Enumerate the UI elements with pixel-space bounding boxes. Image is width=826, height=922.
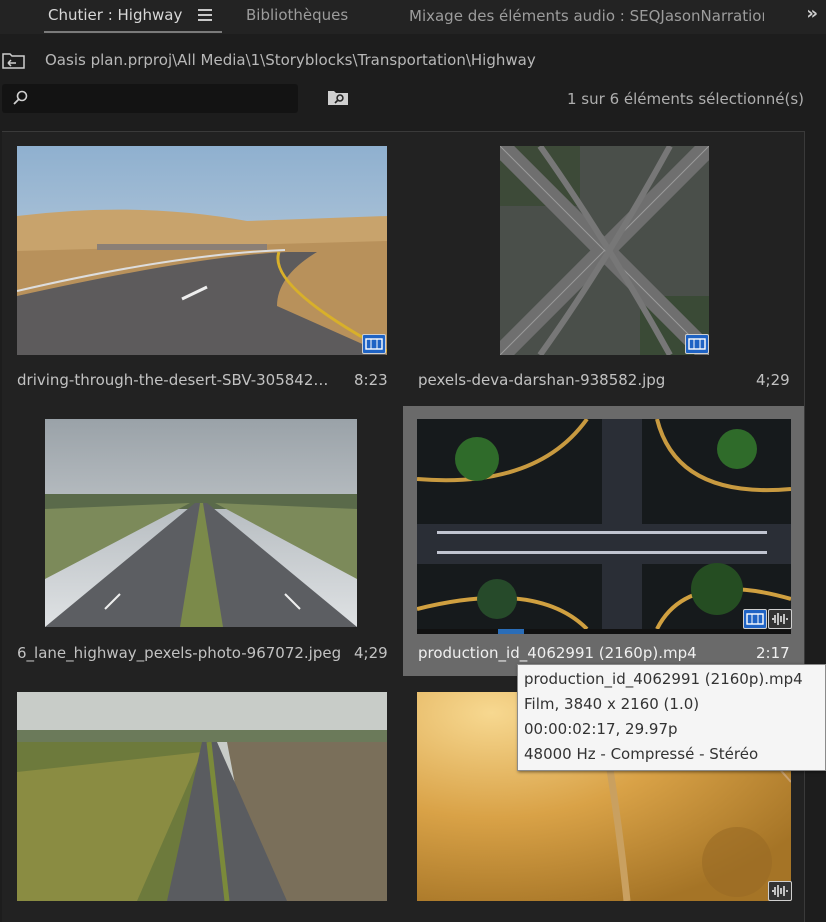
clip-info-tooltip: production_id_4062991 (2160p).mp4 Film, … xyxy=(517,664,826,771)
tooltip-format: Film, 3840 x 2160 (1.0) xyxy=(524,695,700,713)
tooltip-filename: production_id_4062991 (2160p).mp4 xyxy=(524,670,803,688)
video-clip-icon xyxy=(362,334,386,354)
panel-tab-bar: Chutier : Highway Bibliothèques Mixage d… xyxy=(0,0,826,34)
scrub-playhead xyxy=(497,629,524,634)
clip-duration: 8:23 xyxy=(354,371,388,389)
clip-thumbnail[interactable] xyxy=(17,692,387,901)
search-input[interactable] xyxy=(34,88,288,110)
tooltip-timecode: 00:00:02:17, 29.97p xyxy=(524,720,678,738)
clip-name: 6_lane_highway_pexels-photo-967072.jpeg xyxy=(17,644,342,662)
tab-project-bin[interactable]: Chutier : Highway xyxy=(48,6,182,24)
clip-duration: 2:17 xyxy=(756,644,790,662)
video-clip-icon xyxy=(685,334,709,354)
active-tab-indicator xyxy=(44,31,222,33)
clip-thumbnail[interactable] xyxy=(17,146,387,355)
overflow-chevron-icon[interactable]: » xyxy=(806,3,818,24)
breadcrumb: Oasis plan.prproj\All Media\1\Storyblock… xyxy=(0,44,826,74)
hamburger-menu-icon[interactable] xyxy=(198,9,212,22)
selection-status: 1 sur 6 éléments sélectionné(s) xyxy=(567,90,804,108)
tab-audio-clip-mixer[interactable]: Mixage des éléments audio : SEQJasonNarr… xyxy=(409,7,764,25)
find-folder-icon[interactable] xyxy=(327,89,349,110)
clip-thumbnail[interactable] xyxy=(45,419,357,627)
clip-duration: 4;29 xyxy=(756,371,790,389)
clip-thumbnail[interactable] xyxy=(500,146,709,355)
audio-waveform-icon xyxy=(768,609,792,629)
video-clip-icon xyxy=(743,609,767,629)
search-icon xyxy=(12,90,28,110)
hover-scrub-bar[interactable] xyxy=(417,629,791,634)
bin-path: Oasis plan.prproj\All Media\1\Storyblock… xyxy=(45,51,536,69)
search-box[interactable] xyxy=(2,84,298,113)
tab-libraries[interactable]: Bibliothèques xyxy=(246,6,348,24)
clip-name: production_id_4062991 (2160p).mp4 xyxy=(418,644,697,662)
folder-up-icon[interactable] xyxy=(2,51,26,73)
clip-duration: 4;29 xyxy=(354,644,388,662)
audio-waveform-icon xyxy=(768,881,792,901)
tooltip-audio: 48000 Hz - Compressé - Stéréo xyxy=(524,745,759,763)
clip-thumbnail[interactable] xyxy=(417,419,791,629)
clip-name: pexels-deva-darshan-938582.jpg xyxy=(418,371,666,389)
clip-name: driving-through-the-desert-SBV-30584246.… xyxy=(17,371,337,389)
